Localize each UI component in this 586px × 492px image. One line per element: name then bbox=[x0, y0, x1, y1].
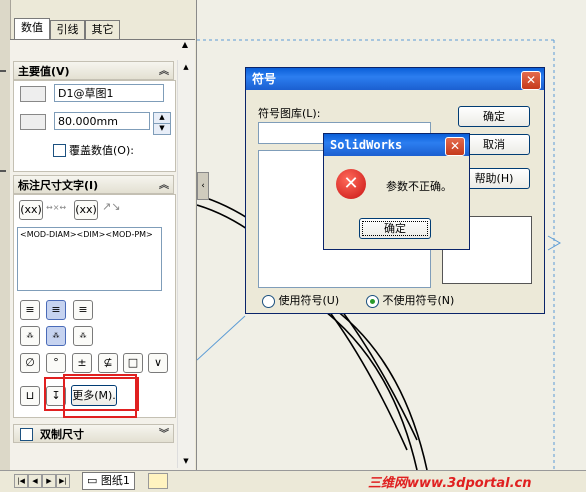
dimension-name-field[interactable]: D1@草图1 bbox=[54, 84, 164, 102]
watermark: 三维网www.3dportal.cn bbox=[368, 476, 532, 491]
collapse-icon[interactable]: ︽ bbox=[159, 62, 169, 81]
align-center-icon[interactable]: ≡ bbox=[46, 300, 66, 320]
dual-dimension-checkbox[interactable] bbox=[20, 428, 33, 441]
next-sheet-icon[interactable]: ▶ bbox=[42, 474, 56, 488]
radio-use-label: 使用符号(U) bbox=[278, 294, 340, 307]
scroll-down-icon[interactable]: ▼ bbox=[179, 454, 193, 468]
close-icon[interactable]: ✕ bbox=[445, 137, 465, 156]
sheet-tab-label: 图纸1 bbox=[100, 474, 130, 487]
justify-bottom-icon[interactable]: ⁂ bbox=[73, 326, 93, 346]
dim-text-title: 标注尺寸文字(I) bbox=[18, 179, 99, 192]
expand-icon[interactable]: ︾ bbox=[159, 425, 169, 444]
radio-use-symbol[interactable]: 使用符号(U) bbox=[262, 292, 339, 308]
radio-selected-icon[interactable] bbox=[366, 294, 379, 308]
diameter-symbol-button[interactable]: ∅ bbox=[20, 353, 40, 373]
dim-text-input[interactable]: <MOD-DIAM><DIM><MOD-PM> bbox=[17, 227, 162, 291]
circle-arc bbox=[316, 304, 418, 471]
panel-marker bbox=[0, 170, 6, 172]
scroll-up-icon[interactable]: ▲ bbox=[179, 60, 193, 74]
sheet-tab[interactable]: ▭ 图纸1 bbox=[82, 472, 135, 490]
property-manager: 数值 引线 其它 主要值(V) ︽ D1@草图1 80.000mm ▲ ▼ 覆盖… bbox=[0, 0, 197, 471]
error-ok-button[interactable]: 确定 bbox=[359, 218, 431, 239]
radio-no-use-label: 不使用符号(N) bbox=[382, 294, 455, 307]
dual-dimension-title: 双制尺寸 bbox=[40, 428, 84, 441]
add-parentheses-button[interactable]: (xx) bbox=[19, 200, 43, 220]
degree-symbol-button[interactable]: ° bbox=[46, 353, 66, 373]
inspection-dim-button[interactable]: (xx) bbox=[74, 200, 98, 220]
align-left-icon[interactable]: ≡ bbox=[20, 300, 40, 320]
error-icon: ✕ bbox=[336, 169, 366, 199]
panel-scrollbar[interactable]: ▲ ▼ bbox=[177, 60, 194, 468]
symbol-dialog-titlebar[interactable]: 符号 bbox=[246, 68, 544, 90]
bottom-bar: |◀ ◀ ▶ ▶| ▭ 图纸1 三维网www.3dportal.cn bbox=[0, 470, 586, 492]
last-sheet-icon[interactable]: ▶| bbox=[56, 474, 70, 488]
error-dialog-title: SolidWorks bbox=[330, 138, 403, 152]
override-checkbox[interactable] bbox=[53, 144, 66, 157]
primary-value-header[interactable]: 主要值(V) ︽ bbox=[13, 61, 174, 80]
justify-top-icon[interactable]: ⁂ bbox=[20, 326, 40, 346]
highlight-box bbox=[63, 374, 137, 418]
panel-collapse-handle[interactable]: ‹ bbox=[197, 172, 209, 200]
error-message: 参数不正确。 bbox=[386, 180, 452, 193]
library-label: 符号图库(L): bbox=[258, 107, 321, 120]
radio-no-symbol[interactable]: 不使用符号(N) bbox=[366, 292, 454, 308]
leader-line bbox=[196, 315, 246, 361]
add-sheet-icon[interactable] bbox=[148, 473, 168, 489]
prev-sheet-icon[interactable]: ◀ bbox=[28, 474, 42, 488]
error-dialog: SolidWorks ✕ ✕ 参数不正确。 确定 bbox=[323, 133, 470, 250]
square-symbol-button[interactable]: □ bbox=[123, 353, 143, 373]
value-field-icon bbox=[20, 114, 46, 130]
plus-minus-symbol-button[interactable]: ± bbox=[72, 353, 92, 373]
sheet-icon: ▭ bbox=[87, 474, 98, 487]
align-right-icon[interactable]: ≡ bbox=[73, 300, 93, 320]
panel-marker bbox=[0, 70, 6, 72]
spin-down-icon[interactable]: ▼ bbox=[153, 123, 171, 135]
counterbore-icon[interactable]: ⊔ bbox=[20, 386, 40, 406]
first-sheet-icon[interactable]: |◀ bbox=[14, 474, 28, 488]
justify-middle-icon[interactable]: ⁂ bbox=[46, 326, 66, 346]
close-icon[interactable]: ✕ bbox=[521, 71, 541, 90]
centerline-symbol-button[interactable]: ⊈ bbox=[98, 353, 118, 373]
dimension-value-field[interactable]: 80.000mm bbox=[54, 112, 150, 130]
primary-value-title: 主要值(V) bbox=[18, 65, 70, 78]
ok-button[interactable]: 确定 bbox=[458, 106, 530, 127]
dim-text-header[interactable]: 标注尺寸文字(I) ︽ bbox=[13, 175, 174, 194]
dual-dimension-header[interactable]: 双制尺寸 ︾ bbox=[13, 424, 174, 443]
offset-text-icon[interactable]: ↗↘ bbox=[102, 200, 120, 213]
arrow-center-icon: ↔×↔ bbox=[46, 203, 67, 212]
tab-values[interactable]: 数值 bbox=[14, 18, 50, 40]
name-field-icon bbox=[20, 86, 46, 102]
tab-other[interactable]: 其它 bbox=[85, 20, 120, 39]
symbol-dialog-title: 符号 bbox=[252, 72, 277, 86]
override-label: 覆盖数值(O): bbox=[69, 144, 134, 157]
panel-up-icon[interactable]: ▲ bbox=[178, 40, 192, 52]
dropdown-symbol-button[interactable]: ∨ bbox=[148, 353, 168, 373]
collapse-icon[interactable]: ︽ bbox=[159, 176, 169, 195]
radio-icon[interactable] bbox=[262, 294, 275, 308]
tab-leaders[interactable]: 引线 bbox=[50, 20, 85, 39]
